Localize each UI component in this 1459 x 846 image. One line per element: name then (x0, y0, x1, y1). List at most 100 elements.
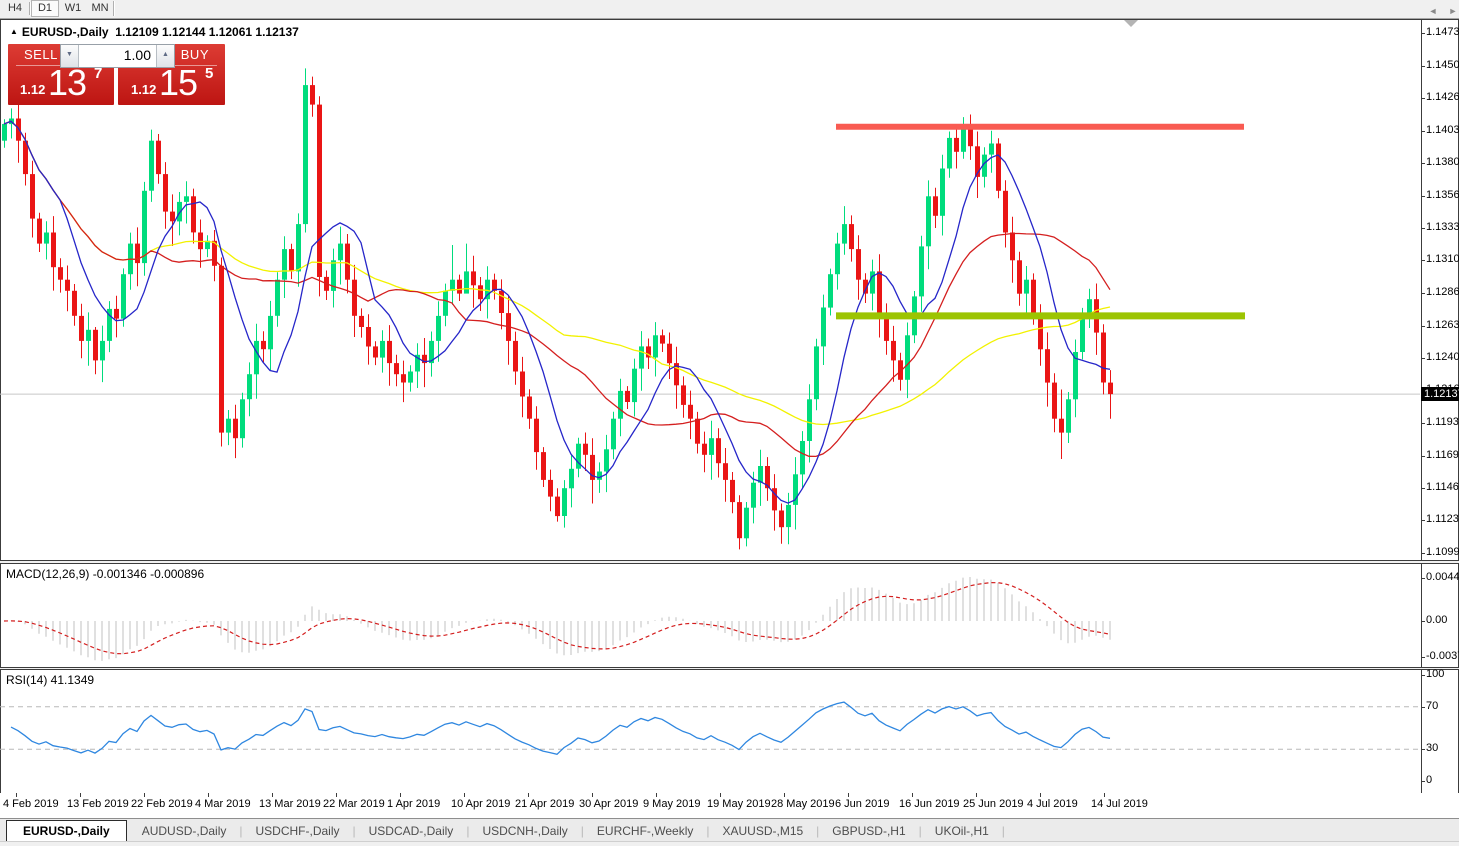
date-axis-label: 4 Jul 2019 (1027, 798, 1078, 810)
axis-tick (1421, 423, 1425, 424)
tab-scroll-left-icon[interactable]: ◄ (1426, 4, 1440, 18)
date-axis-tick (784, 793, 785, 797)
rsi-panel[interactable]: RSI(14) 41.1349 (0, 669, 1459, 794)
date-axis-tick (1104, 793, 1105, 797)
axis-tick (1421, 228, 1425, 229)
toolbar-separator (113, 1, 114, 16)
date-axis-tick (464, 793, 465, 797)
macd-panel[interactable]: MACD(12,26,9) -0.001346 -0.000896 (0, 563, 1459, 668)
macd-axis-label: -0.003715 (1426, 650, 1459, 662)
chart-tab-audusd-daily[interactable]: AUDUSD-,Daily (129, 820, 240, 842)
volume-increase-icon[interactable]: ▲ (156, 45, 174, 67)
price-axis-border (1421, 20, 1422, 560)
axis-tick (1421, 553, 1425, 554)
chart-tab-xauusd-m15[interactable]: XAUUSD-,M15 (709, 820, 816, 842)
axis-tick (1421, 456, 1425, 457)
date-axis-tick (144, 793, 145, 797)
date-axis-label: 9 May 2019 (643, 798, 700, 810)
tab-separator: | (1002, 824, 1005, 838)
date-axis-tick (912, 793, 913, 797)
price-axis-label: 1.14735 (1426, 26, 1459, 38)
chart-title-marker-icon: ▲ (10, 27, 18, 36)
date-axis-label: 22 Mar 2019 (323, 798, 385, 810)
price-axis-label: 1.12630 (1426, 319, 1459, 331)
date-axis-label: 4 Mar 2019 (195, 798, 251, 810)
tab-scroll-right-icon[interactable]: ► (1446, 4, 1459, 18)
price-axis-label: 1.12400 (1426, 351, 1459, 363)
date-axis-tick (336, 793, 337, 797)
rsi-axis-label: 30 (1426, 742, 1438, 754)
date-axis-tick (1040, 793, 1041, 797)
sell-price-prefix: 1.12 (20, 82, 45, 97)
price-axis-label: 1.14265 (1426, 91, 1459, 103)
buy-price-display[interactable]: 1.12 15 5 (118, 63, 225, 103)
axis-tick (1421, 326, 1425, 327)
date-axis-tick (848, 793, 849, 797)
date-axis: 4 Feb 201913 Feb 201922 Feb 20194 Mar 20… (0, 793, 1459, 818)
current-price-badge: 1.12137 (1421, 387, 1459, 401)
axis-tick (1421, 707, 1425, 708)
chart-tab-bar: EURUSD-,DailyAUDUSD-,Daily | USDCHF-,Daily… (0, 818, 1459, 842)
chart-symbol-period: EURUSD-,Daily (22, 25, 109, 39)
date-axis-label: 25 Jun 2019 (963, 798, 1024, 810)
chart-tab-usdcnh-daily[interactable]: USDCNH-,Daily (469, 820, 580, 842)
price-axis-label: 1.12865 (1426, 286, 1459, 298)
buy-price-pip: 5 (205, 65, 213, 82)
date-axis-tick (272, 793, 273, 797)
chart-tab-ukoil-h1[interactable]: UKOil-,H1 (922, 820, 1002, 842)
macd-axis-label: 0.00 (1426, 614, 1447, 626)
date-axis-label: 1 Apr 2019 (387, 798, 440, 810)
price-axis-label: 1.14500 (1426, 59, 1459, 71)
date-axis-label: 28 May 2019 (771, 798, 835, 810)
date-axis-tick (208, 793, 209, 797)
axis-tick (1421, 781, 1425, 782)
axis-tick (1421, 578, 1425, 579)
chart-tab-eurchf-weekly[interactable]: EURCHF-,Weekly (584, 820, 706, 842)
price-axis-label: 1.11695 (1426, 449, 1459, 461)
date-axis-label: 19 May 2019 (707, 798, 771, 810)
sell-price-display[interactable]: 1.12 13 7 (8, 63, 114, 103)
axis-tick (1421, 293, 1425, 294)
price-axis-label: 1.11465 (1426, 481, 1459, 493)
timeframe-button-h4[interactable]: H4 (2, 1, 28, 16)
price-axis-label: 1.13100 (1426, 253, 1459, 265)
date-axis-label: 14 Jul 2019 (1091, 798, 1148, 810)
one-click-trading-panel: SELL 1.12 13 7 BUY 1.12 15 5 ▼ 1.00 ▲ (8, 44, 225, 105)
rsi-axis-label: 100 (1426, 668, 1444, 680)
timeframe-toolbar: H4 D1 W1 MN (0, 0, 1459, 19)
chart-title: ▲EURUSD-,Daily 1.12109 1.12144 1.12061 1… (10, 25, 299, 39)
date-axis-label: 13 Mar 2019 (259, 798, 321, 810)
volume-decrease-icon[interactable]: ▼ (61, 45, 79, 67)
chart-tab-gbpusd-h1[interactable]: GBPUSD-,H1 (819, 820, 918, 842)
timeframe-button-d1[interactable]: D1 (31, 0, 59, 17)
date-axis-tick (656, 793, 657, 797)
axis-tick (1421, 196, 1425, 197)
date-axis-label: 16 Jun 2019 (899, 798, 960, 810)
buy-price-prefix: 1.12 (131, 82, 156, 97)
date-axis-label: 4 Feb 2019 (3, 798, 59, 810)
date-axis-label: 6 Jun 2019 (835, 798, 889, 810)
date-axis-label: 10 Apr 2019 (451, 798, 510, 810)
price-axis-label: 1.13330 (1426, 221, 1459, 233)
axis-tick (1421, 131, 1425, 132)
price-axis-label: 1.11930 (1426, 416, 1459, 428)
buy-button[interactable]: BUY (181, 47, 209, 62)
timeframe-button-mn[interactable]: MN (87, 1, 113, 16)
volume-input[interactable]: 1.00 (79, 45, 156, 67)
price-axis-label: 1.14030 (1426, 124, 1459, 136)
chart-tab-usdcad-daily[interactable]: USDCAD-,Daily (356, 820, 467, 842)
rsi-label: RSI(14) 41.1349 (6, 673, 94, 687)
chart-tab-eurusd-daily[interactable]: EURUSD-,Daily (6, 820, 127, 842)
mt4-terminal: { "toolbar": { "buttons": [ {"label": "H… (0, 0, 1459, 845)
sell-button[interactable]: SELL (24, 47, 58, 62)
chart-tab-usdchf-daily[interactable]: USDCHF-,Daily (243, 820, 353, 842)
sell-price-big: 13 (48, 62, 86, 104)
axis-tick (1421, 657, 1425, 658)
axis-tick (1421, 33, 1425, 34)
date-axis-tick (16, 793, 17, 797)
date-axis-label: 22 Feb 2019 (131, 798, 193, 810)
chart-shift-marker-icon (1124, 20, 1138, 27)
rsi-axis-label: 70 (1426, 700, 1438, 712)
timeframe-button-w1[interactable]: W1 (60, 1, 86, 16)
volume-spinner: ▼ 1.00 ▲ (60, 44, 175, 68)
